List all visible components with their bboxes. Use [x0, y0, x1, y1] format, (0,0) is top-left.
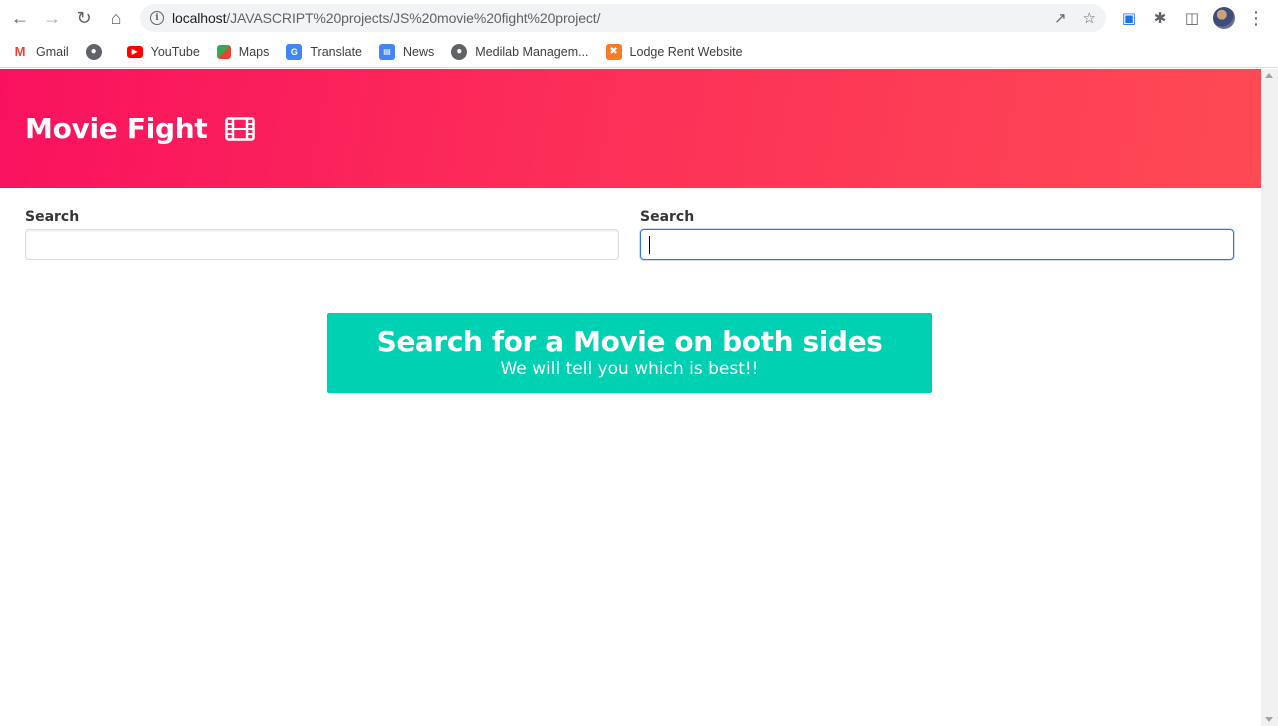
bookmark-news[interactable]: ▤ News [379, 43, 435, 60]
bookmark-maps[interactable]: Maps [216, 44, 270, 59]
bookmark-label: Maps [238, 44, 270, 59]
notice-subtitle: We will tell you which is best!! [500, 359, 759, 379]
address-url[interactable]: localhost/JAVASCRIPT%20projects/JS%20mov… [172, 10, 600, 26]
extensions-puzzle-icon[interactable]: ✱ [1149, 7, 1171, 29]
reload-icon[interactable]: ↻ [72, 6, 96, 30]
notice-title: Search for a Movie on both sides [376, 325, 883, 358]
bookmark-label: News [403, 44, 435, 59]
left-search-column: Search [25, 209, 619, 260]
hero-banner: Movie Fight [0, 69, 1261, 188]
right-search-column: Search [640, 209, 1234, 260]
translate-icon: G [286, 43, 303, 60]
right-search-label: Search [640, 209, 695, 225]
url-path: /JAVASCRIPT%20projects/JS%20movie%20figh… [226, 10, 601, 26]
bookmark-label: Medilab Managem... [475, 44, 589, 59]
extension-screen-icon[interactable]: ▣ [1118, 7, 1140, 29]
left-search-input[interactable] [25, 229, 619, 260]
bookmark-youtube[interactable]: ▶ YouTube [126, 44, 200, 59]
bookmark-label: Translate [310, 44, 363, 59]
bookmark-globe[interactable]: ● [85, 43, 110, 60]
youtube-icon: ▶ [126, 45, 143, 58]
bookmark-lodge-rent[interactable]: ✖ Lodge Rent Website [605, 43, 743, 60]
tutorial-notice: Search for a Movie on both sides We will… [327, 313, 932, 393]
forward-icon[interactable]: → [40, 6, 64, 30]
bookmark-label: Lodge Rent Website [629, 44, 743, 59]
bookmark-gmail[interactable]: M Gmail [12, 44, 69, 60]
scroll-down-icon[interactable] [1265, 717, 1273, 722]
bookmark-label: Gmail [36, 44, 69, 59]
gmail-icon: M [14, 44, 26, 59]
text-caret [649, 236, 650, 254]
address-bar[interactable]: i localhost/JAVASCRIPT%20projects/JS%20m… [140, 4, 1106, 32]
bookmark-medilab[interactable]: ● Medilab Managem... [451, 43, 589, 60]
url-host: localhost [172, 10, 227, 26]
xampp-icon: ✖ [605, 43, 622, 60]
globe-icon: ● [451, 43, 468, 60]
menu-kebab-icon[interactable]: ⋮ [1245, 7, 1267, 29]
home-icon[interactable]: ⌂ [104, 6, 128, 30]
bookmark-star-icon[interactable]: ☆ [1083, 9, 1096, 27]
side-panel-icon[interactable]: ◫ [1181, 7, 1203, 29]
page-scrollbar[interactable] [1261, 69, 1278, 726]
page-title: Movie Fight [25, 112, 208, 145]
left-search-label: Search [25, 209, 80, 225]
film-icon [225, 116, 256, 141]
page-viewport: Movie Fight Search Search Search for a M… [0, 69, 1261, 726]
bookmark-label: YouTube [150, 44, 200, 59]
scroll-up-icon[interactable] [1265, 73, 1273, 78]
maps-icon [216, 44, 231, 59]
news-icon: ▤ [379, 43, 396, 60]
browser-toolbar: ← → ↻ ⌂ i localhost/JAVASCRIPT%20project… [0, 0, 1278, 36]
share-icon[interactable]: ↗ [1054, 9, 1067, 27]
profile-avatar[interactable] [1213, 7, 1235, 29]
bookmark-translate[interactable]: G Translate [286, 43, 363, 60]
right-search-input[interactable] [640, 229, 1234, 260]
globe-icon: ● [85, 43, 102, 60]
back-icon[interactable]: ← [8, 6, 32, 30]
bookmarks-bar: M Gmail ● ▶ YouTube Maps G Translate ▤ N… [0, 36, 1278, 68]
site-info-icon[interactable]: i [150, 11, 164, 25]
